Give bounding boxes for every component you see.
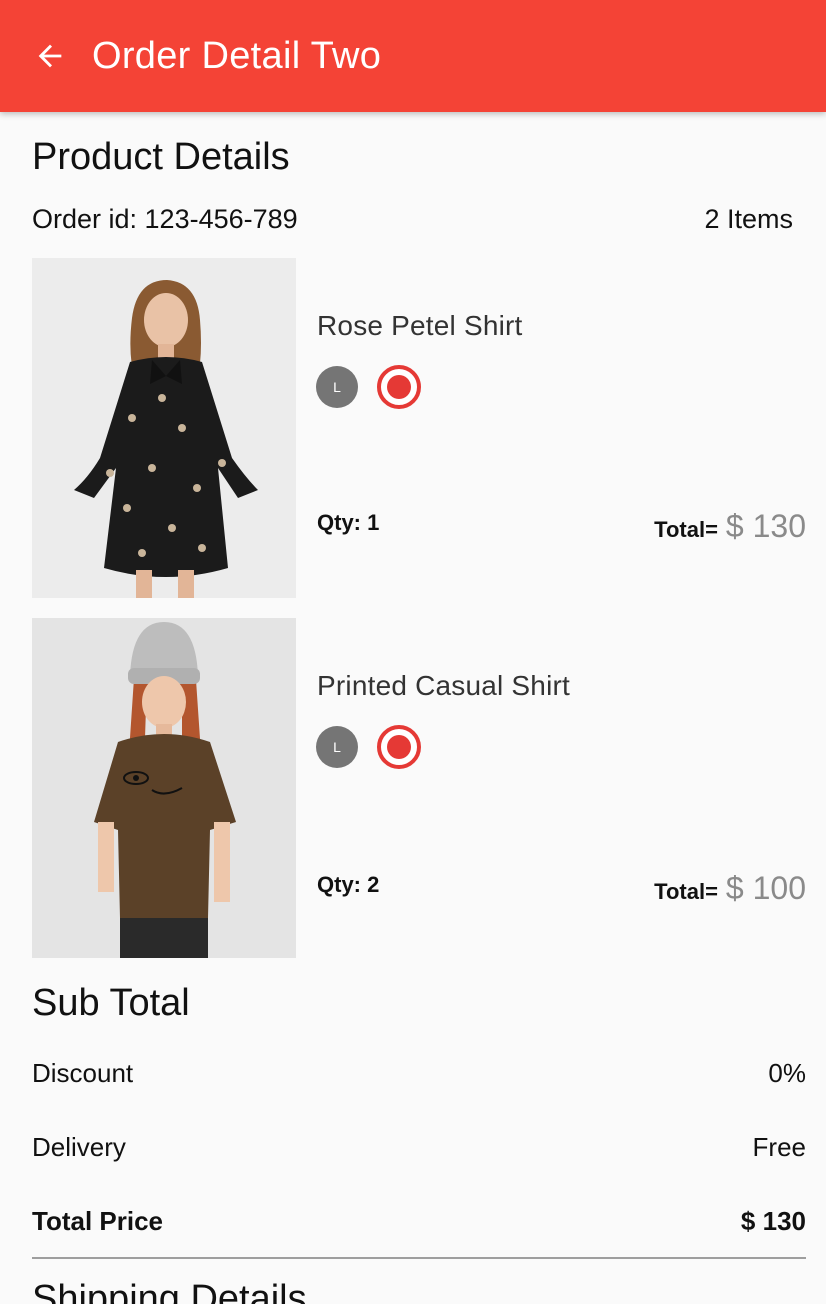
delivery-value: Free	[752, 1132, 806, 1162]
total-price-label: Total Price	[32, 1206, 164, 1236]
order-id: Order id: 123-456-789	[32, 204, 298, 234]
total-price-value: $ 130	[740, 1206, 806, 1236]
product-card[interactable]: Printed Casual Shirt L Qty: 2 Total= $ 1…	[32, 618, 806, 958]
product-total: Total= $ 100	[654, 870, 806, 907]
product-qty: Qty: 1	[317, 510, 380, 535]
total-value: $ 100	[725, 870, 806, 906]
sub-total-title: Sub Total	[32, 982, 190, 1024]
product-card[interactable]: Rose Petel Shirt L Qty: 1 Total= $ 130	[32, 258, 806, 598]
total-price-row: Total Price $ 130	[32, 1206, 806, 1237]
total-value: $ 130	[725, 508, 806, 544]
discount-row: Discount 0%	[32, 1058, 806, 1089]
app-bar: Order Detail Two	[0, 0, 826, 112]
product-qty: Qty: 2	[317, 872, 380, 897]
product-image[interactable]	[32, 618, 296, 958]
product-image[interactable]	[32, 258, 296, 598]
items-count: 2 Items	[704, 204, 793, 234]
delivery-label: Delivery	[32, 1132, 126, 1162]
total-label: Total=	[654, 517, 718, 542]
total-label: Total=	[654, 879, 718, 904]
color-swatch[interactable]	[377, 365, 421, 409]
product-details-title: Product Details	[32, 136, 290, 178]
divider	[32, 1257, 806, 1259]
product-total: Total= $ 130	[654, 508, 806, 545]
size-chip[interactable]: L	[316, 366, 358, 408]
delivery-row: Delivery Free	[32, 1132, 806, 1163]
shipping-details-title: Shipping Details	[32, 1278, 307, 1304]
product-name: Rose Petel Shirt	[317, 310, 523, 341]
product-name: Printed Casual Shirt	[317, 670, 571, 701]
size-chip[interactable]: L	[316, 726, 358, 768]
arrow-left-icon	[38, 44, 62, 68]
back-button[interactable]	[30, 36, 70, 76]
discount-value: 0%	[768, 1058, 806, 1088]
color-swatch[interactable]	[377, 725, 421, 769]
discount-label: Discount	[32, 1058, 134, 1088]
page-title: Order Detail Two	[92, 34, 382, 77]
